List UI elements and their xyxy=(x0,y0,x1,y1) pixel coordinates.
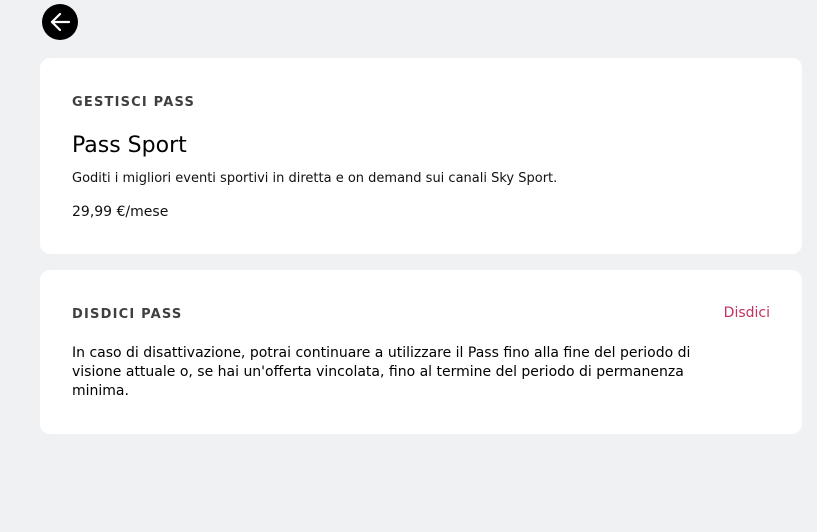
pass-description: Goditi i migliori eventi sportivi in dir… xyxy=(72,171,558,186)
manage-pass-title: GESTISCI PASS xyxy=(72,95,196,110)
arrow-left-icon xyxy=(49,11,71,33)
pass-name: Pass Sport xyxy=(72,133,187,158)
cancel-pass-card: DISDICI PASS Disdici In caso di disattiv… xyxy=(40,270,802,434)
manage-pass-card: GESTISCI PASS Pass Sport Goditi i miglio… xyxy=(40,58,802,254)
cancel-pass-info: In caso di disattivazione, potrai contin… xyxy=(72,345,691,399)
back-button[interactable] xyxy=(42,4,78,40)
pass-price: 29,99 €/mese xyxy=(72,204,169,220)
cancel-pass-title: DISDICI PASS xyxy=(72,307,183,322)
cancel-pass-link[interactable]: Disdici xyxy=(724,305,770,321)
